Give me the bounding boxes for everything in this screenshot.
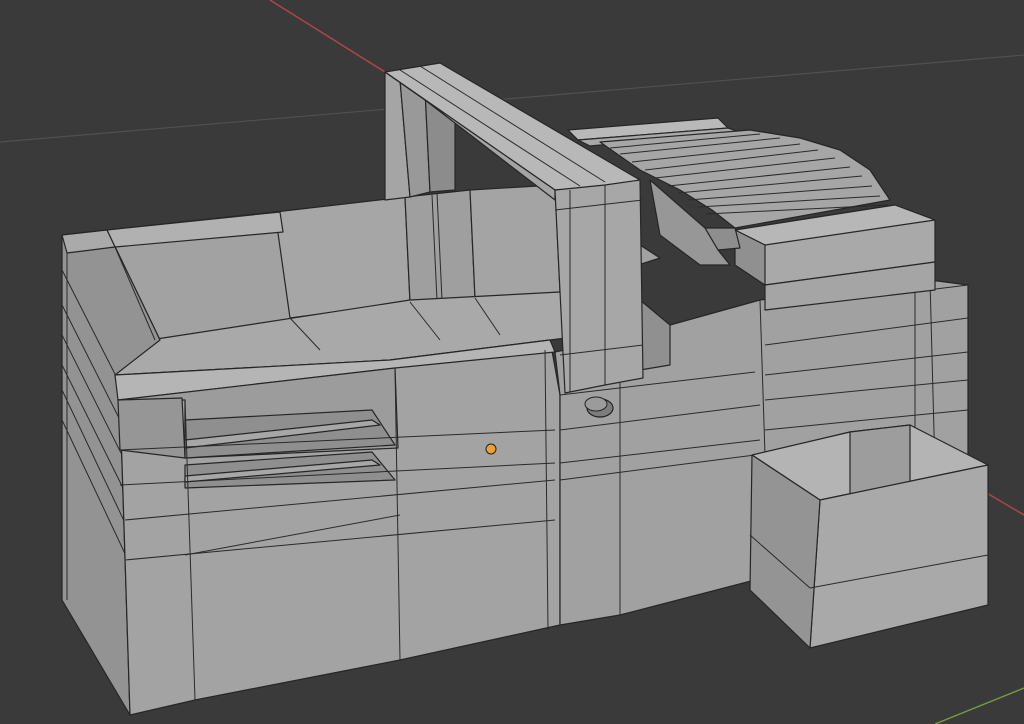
axis-x-line-lower (984, 491, 1024, 516)
front-right-box (749, 424, 989, 649)
3d-viewport[interactable] (0, 0, 1024, 724)
viewport-canvas[interactable] (0, 0, 1024, 724)
axis-x-line (269, 0, 386, 73)
front-face (114, 339, 561, 716)
axis-y-line (934, 687, 1024, 724)
origin-dot-icon[interactable] (485, 443, 497, 455)
mesh-object[interactable] (61, 62, 989, 716)
